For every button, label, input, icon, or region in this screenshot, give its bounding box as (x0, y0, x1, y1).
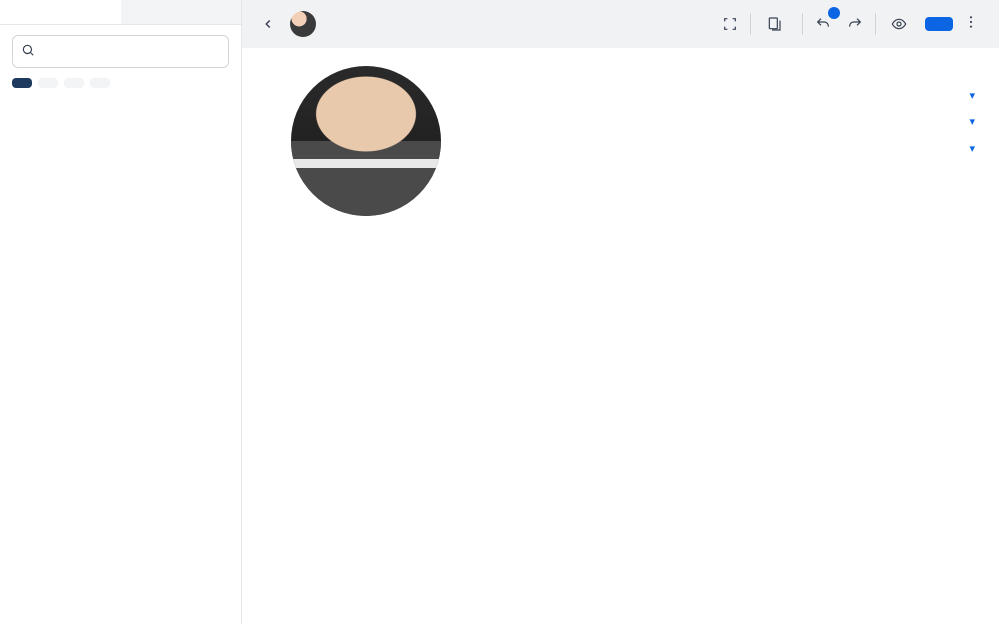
canvas[interactable]: ▾ ▾ ▾ (242, 48, 999, 624)
profile-block[interactable] (266, 66, 466, 216)
chevron-down-icon[interactable]: ▾ (969, 142, 975, 155)
tab-theme[interactable] (121, 0, 242, 24)
redo-button[interactable] (841, 10, 869, 38)
chevron-down-icon[interactable]: ▾ (969, 115, 975, 128)
undo-badge (828, 7, 840, 19)
main: ▾ ▾ ▾ (242, 0, 999, 624)
divider (875, 13, 876, 35)
templates-button[interactable] (757, 10, 796, 38)
back-button[interactable] (256, 12, 280, 36)
filter-all[interactable] (12, 78, 32, 88)
more-button[interactable] (957, 8, 985, 40)
divider (750, 13, 751, 35)
chevron-down-icon[interactable]: ▾ (969, 89, 975, 102)
expand-button[interactable] (716, 10, 744, 38)
component-list (0, 98, 241, 624)
undo-button[interactable] (809, 10, 837, 38)
filter-graph[interactable] (90, 78, 110, 88)
filter-media[interactable] (64, 78, 84, 88)
demo-row-income[interactable]: ▾ (755, 141, 975, 156)
topbar (242, 0, 999, 48)
search-box[interactable] (12, 35, 229, 68)
demographic-section[interactable]: ▾ ▾ ▾ (755, 66, 975, 244)
search-icon (21, 42, 35, 61)
filter-row (0, 78, 241, 98)
divider (802, 13, 803, 35)
sidebar (0, 0, 242, 624)
persona-avatar[interactable] (291, 66, 441, 216)
background-section[interactable] (266, 294, 727, 304)
demo-row-gender[interactable]: ▾ (755, 89, 975, 102)
goals-section[interactable] (755, 294, 975, 304)
search-input[interactable] (41, 44, 220, 59)
sidebar-tabs (0, 0, 241, 25)
tab-components[interactable] (0, 0, 121, 24)
filter-text[interactable] (38, 78, 58, 88)
preview-button[interactable] (882, 10, 921, 38)
demo-row-marital[interactable]: ▾ (755, 115, 975, 128)
doc-avatar (290, 11, 316, 37)
save-button[interactable] (925, 17, 953, 31)
